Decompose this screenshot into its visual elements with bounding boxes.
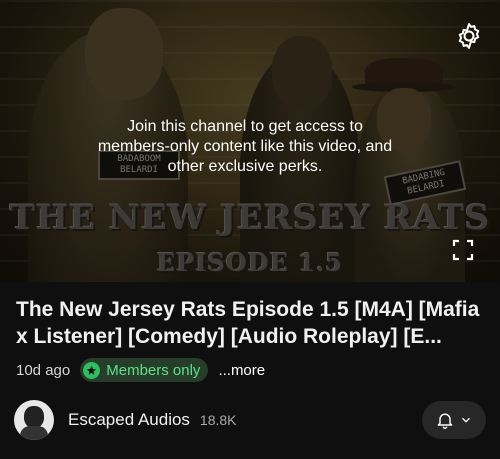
notification-bell-button[interactable]	[422, 401, 486, 439]
video-player[interactable]: BADABOOM BELARDI BADABING BELARDI THE NE…	[0, 0, 500, 282]
channel-name[interactable]: Escaped Audios	[68, 410, 190, 430]
chevron-down-icon	[462, 417, 470, 423]
channel-avatar[interactable]	[14, 400, 54, 440]
members-only-label: Members only	[106, 361, 201, 379]
channel-row[interactable]: Escaped Audios 18.8K	[14, 399, 486, 441]
bell-icon	[437, 413, 453, 429]
avatar-body	[20, 426, 48, 440]
star-icon	[83, 361, 101, 379]
avatar-face	[24, 406, 44, 428]
fullscreen-icon[interactable]	[451, 238, 475, 262]
members-only-badge: Members only	[80, 358, 209, 382]
subscriber-count: 18.8K	[199, 412, 237, 428]
members-only-message: Join this channel to get access to membe…	[97, 118, 393, 175]
upload-age: 10d ago	[16, 361, 71, 379]
gear-icon[interactable]	[454, 21, 484, 51]
video-title[interactable]: The New Jersey Rats Episode 1.5 [M4A] [M…	[16, 296, 488, 350]
more-button[interactable]: ...more	[218, 362, 265, 379]
video-metadata[interactable]: 10d ago Members only ...more	[16, 357, 265, 383]
